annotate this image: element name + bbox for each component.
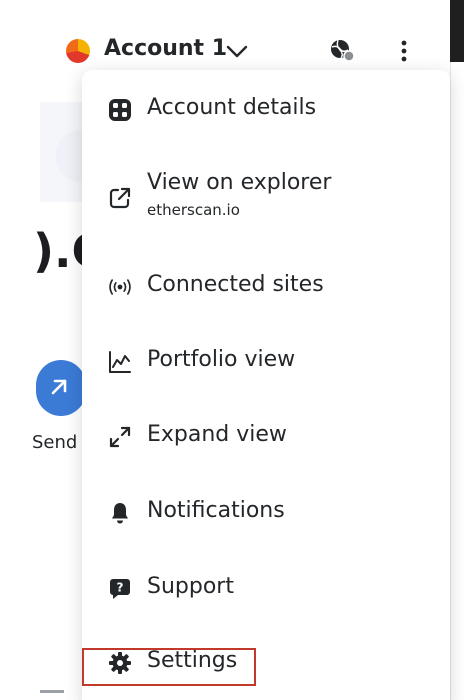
account-name[interactable]: Account 1 xyxy=(104,36,227,61)
window-edge xyxy=(450,0,464,62)
support-icon: ? xyxy=(108,577,132,601)
send-arrow-icon xyxy=(51,379,67,395)
menu-item-label: View on explorer xyxy=(147,170,332,195)
bottom-mark xyxy=(40,690,64,693)
portfolio-chart-icon xyxy=(108,350,132,374)
external-link-icon xyxy=(108,186,132,210)
send-label: Send xyxy=(32,432,78,453)
menu-item-label: Notifications xyxy=(147,498,285,523)
globe-connection-icon[interactable] xyxy=(328,38,356,64)
account-details-icon xyxy=(108,98,132,122)
menu-item-label: Support xyxy=(147,574,234,599)
bell-icon xyxy=(108,501,132,525)
menu-item-connected-sites[interactable]: Connected sites xyxy=(82,267,450,307)
explorer-domain: etherscan.io xyxy=(147,201,240,219)
expand-icon xyxy=(108,425,132,449)
menu-item-label: Connected sites xyxy=(147,272,324,297)
svg-text:?: ? xyxy=(117,581,124,595)
wallet-page: ).C Send Account 1 xyxy=(0,0,464,700)
settings-highlight-box xyxy=(82,648,256,686)
menu-item-view-on-explorer[interactable]: View on explorer etherscan.io xyxy=(82,166,450,226)
menu-item-support[interactable]: ? Support xyxy=(82,569,450,609)
account-avatar[interactable] xyxy=(66,39,90,63)
menu-item-notifications[interactable]: Notifications xyxy=(82,493,450,533)
menu-item-label: Expand view xyxy=(147,422,287,447)
menu-item-label: Account details xyxy=(147,95,317,120)
account-options-menu: Account details View on explorer ethersc… xyxy=(82,70,450,700)
chevron-down-icon[interactable] xyxy=(225,40,249,62)
kebab-menu-icon[interactable] xyxy=(398,38,410,64)
menu-item-label: Portfolio view xyxy=(147,347,296,372)
window-edge-divider xyxy=(450,62,451,700)
connected-sites-icon xyxy=(108,275,132,299)
menu-item-account-details[interactable]: Account details xyxy=(82,90,450,130)
menu-item-portfolio-view[interactable]: Portfolio view xyxy=(82,342,450,382)
menu-item-expand-view[interactable]: Expand view xyxy=(82,417,450,457)
